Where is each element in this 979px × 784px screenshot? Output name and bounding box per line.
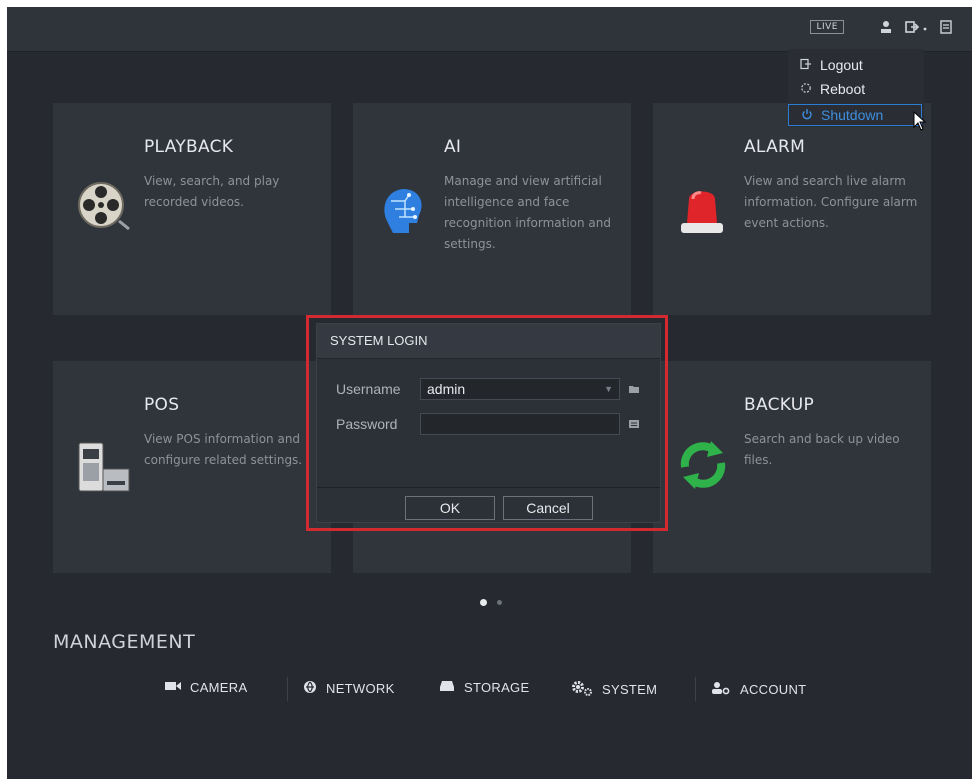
sync-icon (675, 437, 731, 497)
screen-icon[interactable] (938, 19, 954, 35)
mgmt-label: CAMERA (190, 680, 248, 695)
management-title: MANAGEMENT (53, 631, 196, 653)
mgmt-label: ACCOUNT (740, 682, 807, 697)
username-row: Username admin ▼ (336, 378, 640, 400)
logout-icon (800, 57, 812, 73)
tile-description: View and search live alarm information. … (744, 174, 918, 230)
page-dot[interactable] (497, 600, 502, 605)
username-value: admin (427, 381, 466, 397)
pos-terminal-icon (75, 437, 133, 501)
mgmt-system[interactable]: SYSTEM (571, 680, 657, 699)
tile-title: ALARM (744, 137, 806, 157)
menu-item-reboot[interactable]: Reboot (800, 81, 865, 97)
dialog-divider (317, 487, 660, 488)
tile-description: Manage and view artificial intelligence … (444, 174, 611, 251)
logout-icon[interactable] (904, 19, 920, 35)
mgmt-label: SYSTEM (602, 682, 658, 697)
dialog-title: SYSTEM LOGIN (317, 324, 660, 359)
storage-icon (439, 680, 455, 695)
gear-icon (571, 680, 593, 699)
account-dropdown-menu: Logout Reboot Shutdown (788, 49, 924, 127)
tile-title: POS (144, 395, 180, 415)
reboot-icon (800, 81, 812, 97)
network-icon (303, 680, 317, 697)
password-row: Password (336, 413, 640, 435)
chevron-down-icon[interactable]: ▼ (604, 379, 613, 399)
username-select[interactable]: admin ▼ (420, 378, 620, 400)
cancel-button[interactable]: Cancel (503, 496, 593, 520)
account-icon (711, 680, 731, 699)
mgmt-network[interactable]: NETWORK (303, 680, 395, 697)
mgmt-account[interactable]: ACCOUNT (711, 680, 806, 699)
tile-description: View POS information and configure relat… (144, 432, 303, 467)
tile-playback[interactable]: PLAYBACK View, search, and play recorded… (53, 103, 331, 315)
menu-item-logout[interactable]: Logout (800, 57, 863, 73)
mouse-cursor-icon (913, 110, 927, 135)
ok-button[interactable]: OK (405, 496, 495, 520)
password-input[interactable] (420, 413, 620, 435)
tile-backup[interactable]: BACKUP Search and back up video files. (653, 361, 931, 573)
nvr-main-screen: LIVE PLAYBACK View, search, and play rec… (7, 7, 972, 779)
camera-icon (165, 680, 181, 695)
menu-item-label: Logout (820, 57, 863, 73)
page-dot-active[interactable] (480, 599, 487, 606)
tile-title: AI (444, 137, 462, 157)
power-icon (801, 107, 813, 123)
username-label: Username (336, 381, 401, 397)
ai-head-icon (375, 181, 433, 243)
tile-pos[interactable]: POS View POS information and configure r… (53, 361, 331, 573)
tile-description: View, search, and play recorded videos. (144, 174, 280, 209)
folder-icon[interactable] (628, 380, 640, 399)
mgmt-camera[interactable]: CAMERA (165, 680, 247, 695)
live-button[interactable]: LIVE (810, 20, 844, 34)
tile-description: Search and back up video files. (744, 432, 900, 467)
keyboard-icon[interactable] (628, 415, 640, 434)
password-label: Password (336, 416, 398, 432)
menu-item-label: Shutdown (821, 107, 884, 123)
divider (287, 677, 288, 701)
mgmt-label: NETWORK (326, 681, 395, 696)
tile-ai[interactable]: AI Manage and view artificial intelligen… (353, 103, 631, 315)
tile-alarm[interactable]: ALARM View and search live alarm informa… (653, 103, 931, 315)
menu-item-label: Reboot (820, 81, 866, 97)
menu-item-shutdown[interactable]: Shutdown (788, 104, 922, 126)
mgmt-label: STORAGE (464, 680, 530, 695)
tile-title: BACKUP (744, 395, 815, 415)
film-reel-icon (75, 177, 133, 239)
tile-title: PLAYBACK (144, 137, 234, 157)
system-login-dialog: SYSTEM LOGIN Username admin ▼ Password O… (316, 323, 661, 523)
alarm-light-icon (675, 183, 731, 243)
chevron-down-icon[interactable] (922, 19, 928, 35)
divider (695, 677, 696, 701)
user-icon[interactable] (878, 19, 894, 35)
top-bar: LIVE (7, 7, 972, 52)
mgmt-storage[interactable]: STORAGE (439, 680, 529, 695)
